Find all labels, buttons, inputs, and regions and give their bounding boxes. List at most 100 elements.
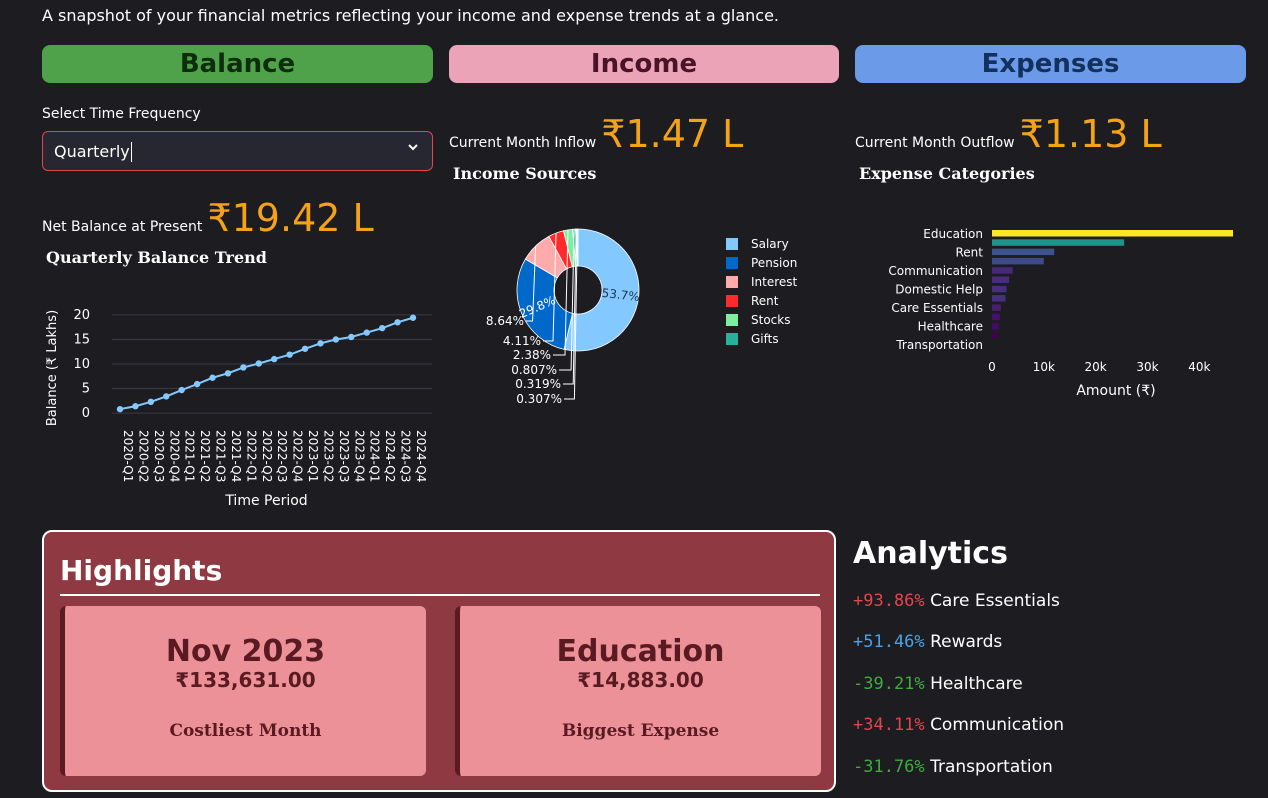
- data-point: [348, 333, 355, 341]
- x-tick-label: 2020-Q1: [121, 430, 135, 482]
- x-tick-label: 2024-Q3: [399, 430, 413, 482]
- net-balance-block: Net Balance at Present ₹19.42 L: [42, 196, 374, 240]
- legend-swatch: [726, 333, 738, 345]
- x-tick-label: 2020-Q3: [152, 430, 166, 482]
- data-point: [132, 403, 139, 410]
- x-tick-label: 2021-Q1: [183, 430, 197, 482]
- card-main-value: Education: [556, 634, 725, 669]
- x-tick-label: 10k: [1033, 360, 1055, 374]
- expense-bar: [992, 285, 1007, 293]
- legend-label: Gifts: [751, 332, 779, 346]
- y-tick-label: 10: [73, 357, 90, 372]
- y-tick-label: 5: [82, 382, 90, 397]
- expense-categories-chart: Education Rent Communication Domestic Help C…: [888, 227, 1233, 399]
- expense-bar: [992, 313, 1000, 321]
- expense-bar: [992, 295, 1006, 302]
- analytics-label: Transportation: [930, 757, 1053, 777]
- x-axis-label: Amount (₹): [1076, 383, 1155, 399]
- pie-pct-label: 0.807%: [511, 363, 557, 377]
- outflow-label: Current Month Outflow: [855, 135, 1015, 151]
- x-tick-label: 2022-Q3: [275, 430, 289, 482]
- x-tick-label: 40k: [1188, 360, 1210, 374]
- y-tick-label: Communication: [888, 264, 983, 278]
- legend-swatch: [726, 295, 738, 307]
- x-tick-label: 2023-Q4: [352, 430, 366, 482]
- balance-trend-chart: 051015202020-Q1 2020-Q2 2020-Q3 2020-Q4 2021…: [45, 308, 432, 509]
- data-point: [363, 329, 370, 336]
- x-tick-label: 2021-Q4: [229, 430, 243, 482]
- x-axis-label: Time Period: [224, 493, 307, 509]
- costliest-month-card: Nov 2023 ₹133,631.00 Costliest Month: [60, 606, 426, 776]
- y-tick-label: 15: [73, 332, 90, 347]
- analytics-pct: -39.21%: [853, 674, 925, 694]
- x-tick-label: 2021-Q3: [214, 430, 228, 482]
- income-header: Income: [449, 45, 839, 83]
- card-caption: Costliest Month: [169, 721, 322, 741]
- y-tick-label: 20: [73, 308, 90, 323]
- data-point: [240, 364, 247, 371]
- inflow-block: Current Month Inflow ₹1.47 L: [449, 112, 743, 156]
- chevron-down-icon[interactable]: [406, 140, 420, 158]
- analytics-label: Healthcare: [930, 674, 1023, 694]
- data-point: [255, 360, 262, 367]
- x-tick-label: 20k: [1085, 360, 1107, 374]
- data-point: [193, 380, 201, 388]
- data-point: [116, 405, 124, 413]
- analytics-item: +93.86% Care Essentials: [853, 591, 1060, 611]
- card-caption: Biggest Expense: [561, 721, 720, 741]
- y-tick-label: Education: [923, 227, 983, 241]
- income-chart-title: Income Sources: [453, 164, 597, 183]
- legend-label: Rent: [751, 294, 779, 308]
- y-tick-label: 0: [82, 406, 90, 421]
- expenses-header: Expenses: [855, 45, 1246, 83]
- x-tick-label: 2020-Q2: [136, 430, 150, 482]
- x-tick-label: 2023-Q2: [321, 430, 335, 482]
- expense-chart-title: Expense Categories: [859, 164, 1035, 183]
- data-point: [394, 319, 401, 326]
- y-tick-label: Transportation: [895, 338, 983, 352]
- text-cursor: [131, 142, 132, 162]
- data-point: [271, 355, 278, 363]
- x-tick-label: 2021-Q2: [198, 430, 212, 482]
- balance-header: Balance: [42, 45, 433, 83]
- analytics-pct: +51.46%: [853, 632, 925, 652]
- card-main-value: Nov 2023: [165, 634, 326, 669]
- y-tick-label: Healthcare: [918, 320, 983, 334]
- net-balance-value: ₹19.42 L: [207, 196, 374, 240]
- x-tick-label: 30k: [1136, 360, 1158, 374]
- data-point: [301, 345, 309, 352]
- legend-swatch: [726, 238, 738, 250]
- expense-bar: [992, 332, 998, 339]
- analytics-item: +51.46% Rewards: [853, 632, 1002, 652]
- analytics-item: -39.21% Healthcare: [853, 674, 1023, 694]
- expense-bar: [992, 323, 999, 330]
- time-frequency-select[interactable]: Quarterly: [42, 131, 433, 171]
- pie-pct-label: 0.319%: [515, 377, 561, 391]
- x-tick-label: 2022-Q4: [291, 430, 305, 482]
- expense-bar: [992, 239, 1125, 246]
- data-point: [317, 340, 324, 347]
- data-point: [147, 398, 155, 405]
- legend-label: Interest: [751, 275, 798, 289]
- analytics-pct: -31.76%: [853, 757, 925, 777]
- biggest-expense-card: Education ₹14,883.00 Biggest Expense: [455, 606, 821, 776]
- analytics-pct: +93.86%: [853, 591, 925, 611]
- data-point: [378, 324, 386, 332]
- legend-label: Pension: [751, 256, 797, 270]
- pie-pct-label: 0.307%: [516, 392, 562, 406]
- y-tick-label: Care Essentials: [891, 301, 983, 315]
- inflow-label: Current Month Inflow: [449, 135, 597, 151]
- legend-swatch: [726, 314, 738, 326]
- data-point: [209, 374, 216, 381]
- analytics-title: Analytics: [853, 536, 1008, 571]
- pie-pct-label: 2.38%: [513, 348, 551, 362]
- outflow-value: ₹1.13 L: [1019, 112, 1162, 156]
- outflow-block: Current Month Outflow ₹1.13 L: [855, 112, 1162, 156]
- pie-pct-label: 8.64%: [486, 314, 524, 328]
- inflow-value: ₹1.47 L: [601, 112, 744, 156]
- x-tick-label: 0: [988, 360, 996, 374]
- legend-swatch: [726, 276, 738, 288]
- data-point: [286, 351, 293, 358]
- analytics-item: -31.76% Transportation: [853, 757, 1053, 777]
- data-point: [409, 314, 417, 321]
